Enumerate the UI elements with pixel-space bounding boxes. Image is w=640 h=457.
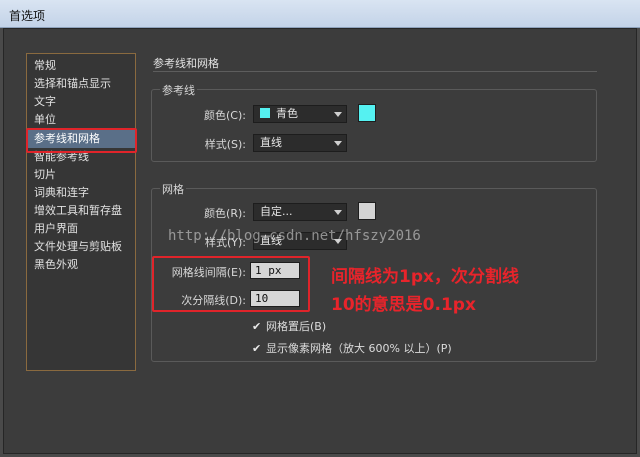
guides-color-dropdown[interactable]: 青色 [253, 105, 347, 123]
grid-color-swatch[interactable] [358, 202, 376, 220]
watermark: http://blog.csdn.net/hfszy2016 [168, 228, 421, 244]
chevron-down-icon [334, 210, 342, 215]
sidebar-item-type[interactable]: 文字 [27, 93, 135, 111]
chevron-down-icon [334, 141, 342, 146]
grids-in-back-label: 网格置后(B) [266, 320, 327, 333]
sidebar-item-hyphenation[interactable]: 词典和连字 [27, 184, 135, 202]
guides-style-value: 直线 [260, 136, 282, 149]
show-pixel-grid-checkbox[interactable]: ✔ 显示像素网格（放大 600% 以上）(P) [252, 340, 452, 356]
sidebar-item-file-handling-clipboard[interactable]: 文件处理与剪贴板 [27, 238, 135, 256]
section-title: 参考线和网格 [153, 57, 219, 70]
checkmark-icon: ✔ [252, 342, 262, 355]
sidebar-item-units[interactable]: 单位 [27, 111, 135, 129]
grid-color-dropdown[interactable]: 自定... [253, 203, 347, 221]
guides-color-value: 青色 [276, 107, 298, 120]
sidebar-item-slices[interactable]: 切片 [27, 166, 135, 184]
grid-color-value: 自定... [260, 205, 293, 218]
section-divider [153, 71, 597, 72]
sidebar-item-black-appearance[interactable]: 黑色外观 [27, 256, 135, 274]
preferences-sidebar: 常规 选择和锚点显示 文字 单位 参考线和网格 智能参考线 切片 词典和连字 增… [26, 53, 136, 371]
grid-color-label: 颜色(R): [204, 207, 246, 220]
window-title: 首选项 [9, 9, 46, 23]
checkmark-icon: ✔ [252, 320, 262, 333]
annotation-line-2: 10的意思是0.1px [331, 295, 476, 315]
cyan-swatch-icon [260, 108, 270, 118]
sidebar-item-general[interactable]: 常规 [27, 57, 135, 75]
chevron-down-icon [334, 112, 342, 117]
sidebar-item-user-interface[interactable]: 用户界面 [27, 220, 135, 238]
sidebar-item-selection-anchor-display[interactable]: 选择和锚点显示 [27, 75, 135, 93]
guides-color-swatch[interactable] [358, 104, 376, 122]
guides-color-label: 颜色(C): [204, 109, 246, 122]
sidebar-item-plugins-scratch-disks[interactable]: 增效工具和暂存盘 [27, 202, 135, 220]
guides-style-label: 样式(S): [204, 138, 246, 151]
grid-group-label: 网格 [160, 181, 186, 197]
guides-style-dropdown[interactable]: 直线 [253, 134, 347, 152]
show-pixel-grid-label: 显示像素网格（放大 600% 以上）(P) [266, 342, 452, 355]
guides-group-label: 参考线 [160, 82, 197, 98]
annotation-line-1: 间隔线为1px，次分割线 [331, 267, 519, 287]
sidebar-selection-highlight [26, 128, 137, 153]
annotation-highlight-box [152, 256, 310, 312]
title-bar: 首选项 [0, 0, 640, 28]
grids-in-back-checkbox[interactable]: ✔ 网格置后(B) [252, 318, 326, 334]
